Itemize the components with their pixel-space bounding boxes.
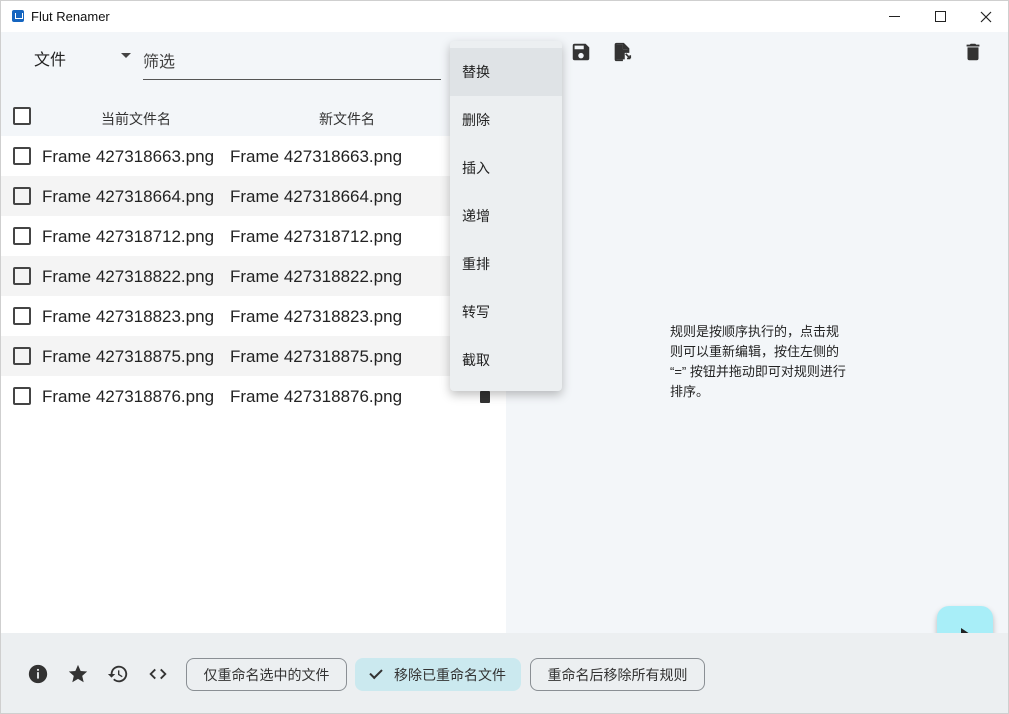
current-filename: Frame 427318712.png (42, 227, 215, 246)
new-filename: Frame 427318712.png (230, 227, 403, 246)
chip-label: 仅重命名选中的文件 (203, 666, 330, 683)
minimize-icon (888, 16, 900, 17)
row-checkbox[interactable] (13, 187, 31, 205)
remove-renamed-chip[interactable]: 移除已重命名文件 (355, 658, 521, 691)
star-icon[interactable] (67, 663, 89, 685)
rename-selected-only-chip[interactable]: 仅重命名选中的文件 (186, 658, 347, 691)
file-panel-header: 文件 当前文件名 新文件名 (1, 32, 506, 136)
menu-item-reorder[interactable]: 重排 (450, 240, 562, 288)
chip-label: 移除已重命名文件 (394, 666, 506, 683)
rules-panel: 规则是按顺序执行的，点击规则可以重新编辑，按住左侧的 “=” 按钮并拖动即可对规… (506, 32, 1008, 633)
table-row[interactable]: Frame 427318875.png Frame 427318875.png (1, 336, 506, 376)
trash-icon[interactable] (962, 41, 984, 63)
new-filename: Frame 427318822.png (230, 267, 403, 286)
table-row[interactable]: Frame 427318712.png Frame 427318712.png (1, 216, 506, 256)
maximize-button[interactable] (917, 1, 963, 32)
bottom-bar: 仅重命名选中的文件 移除已重命名文件 重命名后移除所有规则 (1, 633, 1008, 713)
table-row[interactable]: Frame 427318823.png Frame 427318823.png (1, 296, 506, 336)
table-row[interactable]: Frame 427318822.png Frame 427318822.png (1, 256, 506, 296)
file-panel: 文件 当前文件名 新文件名 Frame 427318663.png Frame … (1, 32, 506, 633)
row-checkbox[interactable] (13, 267, 31, 285)
file-list: Frame 427318663.png Frame 427318663.png … (1, 136, 506, 416)
table-row[interactable]: Frame 427318876.png Frame 427318876.png (1, 376, 506, 416)
current-filename: Frame 427318663.png (42, 147, 215, 166)
menu-item-transliterate[interactable]: 转写 (450, 288, 562, 336)
column-header-current-name: 当前文件名 (101, 111, 171, 127)
new-filename: Frame 427318663.png (230, 147, 403, 166)
check-icon (369, 665, 383, 680)
new-filename: Frame 427318876.png (230, 387, 403, 406)
new-filename: Frame 427318875.png (230, 347, 403, 366)
add-rule-menu: 替换 删除 插入 递增 重排 转写 截取 (450, 41, 562, 391)
menu-item-insert[interactable]: 插入 (450, 144, 562, 192)
current-filename: Frame 427318823.png (42, 307, 215, 326)
remove-rules-after-chip[interactable]: 重命名后移除所有规则 (530, 658, 705, 691)
maximize-icon (934, 11, 946, 22)
type-selector[interactable]: 文件 (34, 46, 66, 70)
title-bar: Flut Renamer (1, 1, 1008, 32)
row-checkbox[interactable] (13, 227, 31, 245)
menu-item-delete[interactable]: 删除 (450, 96, 562, 144)
row-checkbox[interactable] (13, 387, 31, 405)
menu-item-truncate[interactable]: 截取 (450, 336, 562, 384)
chip-label: 重命名后移除所有规则 (547, 666, 688, 683)
file-export-icon[interactable] (611, 41, 633, 63)
app-window: Flut Renamer 文件 当前文件名 新文件名 Frame 4273186… (0, 0, 1009, 714)
menu-item-replace[interactable]: 替换 (450, 48, 562, 96)
current-filename: Frame 427318664.png (42, 187, 215, 206)
row-checkbox[interactable] (13, 147, 31, 165)
window-title: Flut Renamer (31, 9, 110, 24)
current-filename: Frame 427318822.png (42, 267, 215, 286)
new-filename: Frame 427318664.png (230, 187, 403, 206)
row-checkbox[interactable] (13, 347, 31, 365)
code-icon[interactable] (147, 663, 169, 685)
table-row[interactable]: Frame 427318664.png Frame 427318664.png (1, 176, 506, 216)
filter-input[interactable] (143, 40, 441, 80)
column-header-new-name: 新文件名 (319, 111, 375, 127)
rules-hint-text: 规则是按顺序执行的，点击规则可以重新编辑，按住左侧的 “=” 按钮并拖动即可对规… (670, 324, 846, 399)
history-icon[interactable] (107, 663, 129, 685)
save-icon[interactable] (570, 41, 592, 63)
select-all-checkbox[interactable] (13, 107, 31, 125)
menu-item-increment[interactable]: 递增 (450, 192, 562, 240)
chevron-down-icon[interactable] (121, 53, 131, 58)
app-logo-icon (12, 10, 24, 22)
info-icon[interactable] (27, 663, 49, 685)
new-filename: Frame 427318823.png (230, 307, 403, 326)
close-button[interactable] (963, 1, 1008, 32)
close-icon (980, 11, 992, 22)
current-filename: Frame 427318876.png (42, 387, 215, 406)
row-checkbox[interactable] (13, 307, 31, 325)
minimize-button[interactable] (871, 1, 917, 32)
table-row[interactable]: Frame 427318663.png Frame 427318663.png (1, 136, 506, 176)
current-filename: Frame 427318875.png (42, 347, 215, 366)
